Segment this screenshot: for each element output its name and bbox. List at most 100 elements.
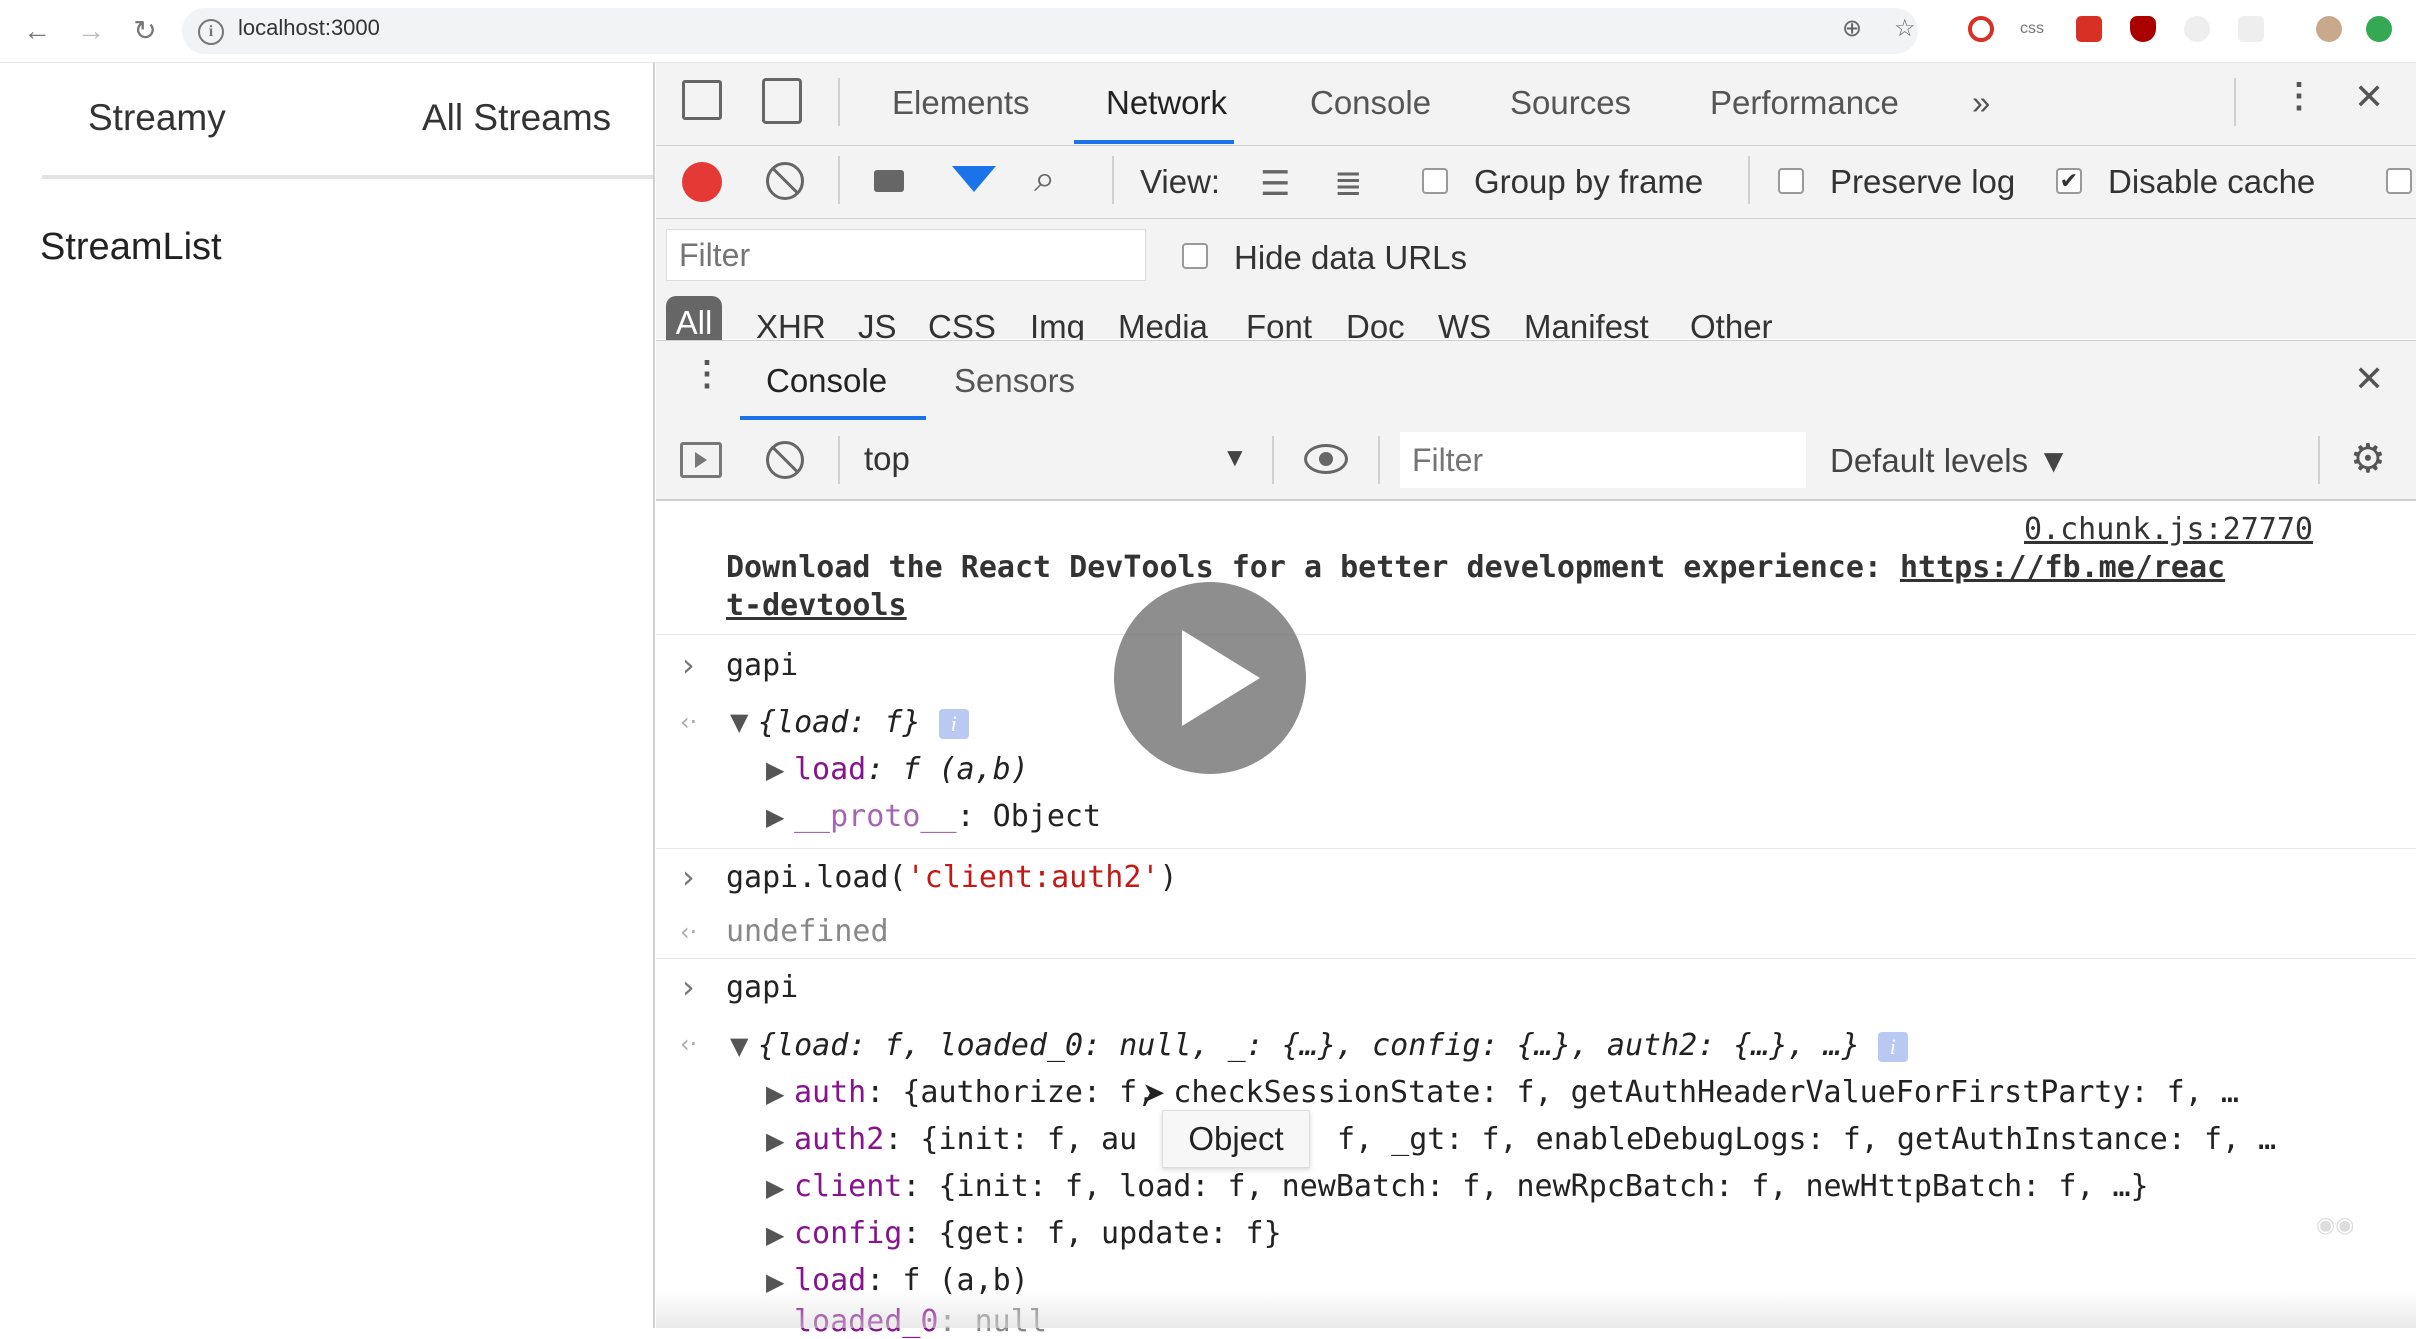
toolbar-separator [1378, 436, 1380, 484]
result-arrow-icon: ‹· [680, 708, 698, 736]
clear-icon[interactable] [766, 162, 804, 200]
property-row[interactable]: auth2: {init: f, au [794, 1122, 1137, 1157]
collapsed-triangle-icon[interactable]: ▶ [766, 1080, 784, 1108]
property-value: : f (a,b) [866, 752, 1029, 787]
red-extension-icon[interactable] [2076, 16, 2102, 42]
offline-checkbox[interactable] [2386, 168, 2412, 194]
clear-console-icon[interactable] [766, 441, 804, 479]
code-text: gapi.load( [726, 860, 907, 895]
bookmark-star-icon[interactable]: ☆ [1894, 14, 1916, 43]
disabled-extension-icon[interactable] [2238, 16, 2264, 42]
tab-sources[interactable]: Sources [1510, 84, 1631, 122]
drawer-tab-console[interactable]: Console [766, 362, 887, 400]
source-link[interactable]: 0.chunk.js:27770 [2024, 512, 2313, 547]
forward-arrow-icon[interactable]: → [72, 12, 110, 50]
profile-avatar[interactable] [2316, 16, 2342, 42]
hide-data-urls-checkbox[interactable] [1182, 243, 1208, 269]
property-value: : {init: f, au [884, 1122, 1138, 1157]
react-devtools-message: Download the React DevTools for a better… [726, 550, 2225, 585]
execution-context-select[interactable]: top [864, 440, 910, 478]
message-separator [656, 634, 2416, 635]
property-row[interactable]: client: {init: f, load: f, newBatch: f, … [794, 1169, 2149, 1204]
expanded-triangle-icon[interactable]: ▼ [730, 708, 748, 736]
property-row[interactable]: load: f (a,b) [794, 752, 1029, 787]
preserve-log-checkbox[interactable] [1778, 168, 1804, 194]
toolbar-separator [1748, 156, 1750, 204]
console-settings-gear-icon[interactable]: ⚙ [2350, 436, 2386, 482]
nav-all-streams-link[interactable]: All Streams [422, 97, 611, 139]
log-levels-dropdown[interactable]: Default levels ▼ [1830, 442, 2070, 480]
network-filter-input[interactable] [666, 229, 1146, 281]
drawer-tabbar [656, 340, 2416, 422]
tab-console[interactable]: Console [1310, 84, 1431, 122]
nav-brand-link[interactable]: Streamy [88, 97, 226, 139]
tab-performance[interactable]: Performance [1710, 84, 1899, 122]
ublock-shield-icon[interactable] [2130, 16, 2156, 42]
drawer-tab-sensors[interactable]: Sensors [954, 362, 1075, 400]
property-row[interactable]: auth: {authorize: f, checkSessionState: … [794, 1075, 2239, 1110]
filter-type-all[interactable]: All [666, 296, 722, 342]
inspect-element-icon[interactable] [682, 80, 722, 120]
site-info-icon[interactable]: i [198, 19, 224, 45]
object-preview[interactable]: {load: f, loaded_0: null, _: {…}, config… [758, 1028, 1908, 1063]
expanded-triangle-icon[interactable]: ▼ [730, 1032, 748, 1060]
disable-cache-label: Disable cache [2108, 163, 2316, 200]
large-rows-icon[interactable]: ☰ [1260, 164, 1290, 204]
console-filter-input[interactable] [1400, 432, 1806, 488]
page-title: StreamList [40, 226, 222, 268]
reload-icon[interactable]: ↻ [126, 12, 164, 50]
device-toolbar-icon[interactable] [762, 78, 802, 124]
property-row[interactable]: config: {get: f, update: f} [794, 1216, 1282, 1251]
filter-icon[interactable] [952, 166, 996, 192]
property-value: : {get: f, update: f} [902, 1216, 1282, 1251]
chevron-down-icon[interactable]: ▼ [1222, 442, 1248, 473]
collapsed-triangle-icon[interactable]: ▶ [766, 1174, 784, 1202]
console-input-line: gapi.load('client:auth2') [726, 860, 1178, 895]
react-devtools-text: Download the React DevTools for a better… [726, 550, 1900, 585]
back-arrow-icon[interactable]: ← [18, 12, 56, 50]
collapsed-triangle-icon[interactable]: ▶ [766, 756, 784, 784]
react-devtools-link-cont[interactable]: t-devtools [726, 588, 907, 623]
record-icon[interactable] [682, 162, 722, 202]
sidebar-toggle-icon[interactable] [680, 442, 722, 478]
drawer-active-indicator [740, 416, 926, 420]
react-devtools-link[interactable]: https://fb.me/reac [1900, 550, 2225, 585]
overview-waterfall-icon[interactable]: ≣ [1334, 164, 1363, 204]
drawer-menu-icon[interactable]: ⋮ [690, 354, 724, 394]
console-result: undefined [726, 914, 889, 949]
live-expression-eye-icon[interactable] [1304, 444, 1348, 474]
address-bar[interactable] [182, 8, 1918, 54]
input-prompt-icon: › [682, 858, 695, 896]
grey-extension-icon[interactable] [2184, 16, 2210, 42]
group-by-frame-checkbox[interactable] [1422, 168, 1448, 194]
collapsed-triangle-icon[interactable]: ▶ [766, 1221, 784, 1249]
object-preview[interactable]: {load: f} i [758, 705, 969, 740]
view-label: View: [1140, 163, 1221, 200]
css-extension-icon[interactable]: css [2020, 16, 2046, 42]
more-tabs-icon[interactable]: » [1972, 84, 1990, 122]
zoom-icon[interactable]: ⊕ [1842, 14, 1862, 43]
collapsed-triangle-icon[interactable]: ▶ [766, 803, 784, 831]
close-drawer-icon[interactable]: ✕ [2354, 358, 2384, 400]
screenshot-camera-icon[interactable] [874, 170, 904, 192]
green-extension-icon[interactable] [2366, 16, 2392, 42]
disable-cache-checkbox[interactable]: ✔ [2056, 168, 2082, 194]
object-preview-text: {load: f, loaded_0: null, _: {…}, config… [758, 1028, 1860, 1063]
toolbar-separator [1112, 156, 1114, 204]
property-row[interactable]: __proto__: Object [794, 799, 1101, 834]
kebab-menu-icon[interactable]: ⋮ [2282, 76, 2316, 116]
url-text[interactable]: localhost:3000 [238, 15, 380, 41]
opera-extension-icon[interactable] [1968, 16, 1994, 42]
video-play-button[interactable] [1114, 582, 1306, 774]
tab-network[interactable]: Network [1106, 84, 1227, 122]
collapsed-triangle-icon[interactable]: ▶ [766, 1127, 784, 1155]
info-icon[interactable]: i [1877, 1031, 1908, 1062]
object-preview-text: {load: f} [758, 705, 921, 740]
bottom-fade-overlay [656, 1290, 2416, 1328]
tab-elements[interactable]: Elements [892, 84, 1030, 122]
property-key: auth2 [794, 1122, 885, 1157]
search-icon[interactable]: ⌕ [1034, 158, 1055, 201]
message-separator [656, 848, 2416, 849]
close-devtools-icon[interactable]: ✕ [2354, 76, 2384, 118]
info-icon[interactable]: i [938, 708, 969, 739]
